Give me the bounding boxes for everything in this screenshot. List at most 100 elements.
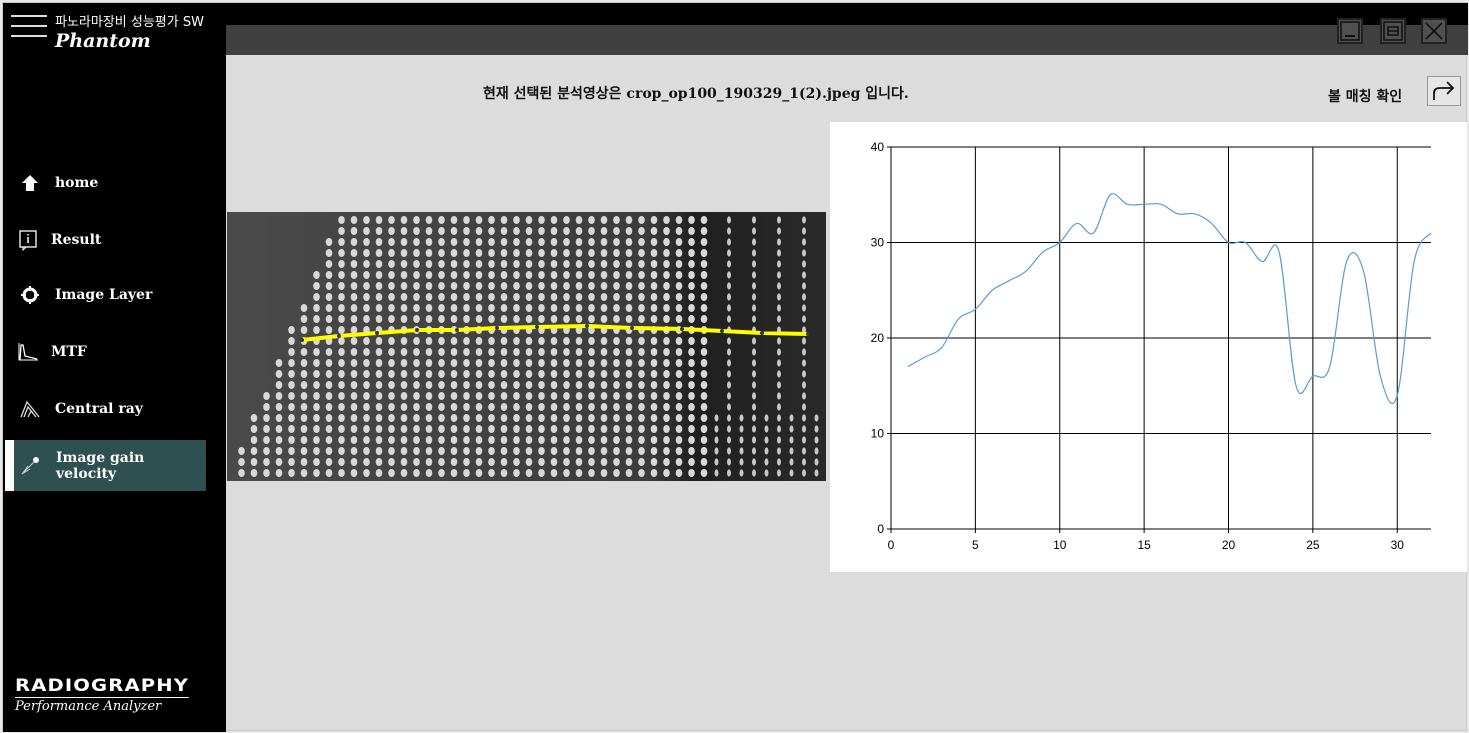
- ball: [727, 458, 731, 466]
- ball: [275, 359, 283, 367]
- ball: [413, 293, 420, 301]
- ball: [450, 359, 458, 367]
- ball: [500, 304, 508, 312]
- ball: [438, 381, 445, 389]
- ball: [625, 304, 633, 312]
- ball: [688, 458, 695, 466]
- y-tick-label: 30: [871, 236, 885, 250]
- ball: [450, 447, 458, 455]
- ball: [413, 315, 420, 323]
- ball: [638, 425, 645, 433]
- close-button[interactable]: [1421, 18, 1447, 44]
- ball: [650, 304, 658, 312]
- ball: [513, 293, 520, 301]
- ball: [600, 359, 608, 367]
- ball: [425, 293, 433, 301]
- minimize-button[interactable]: [1337, 18, 1363, 44]
- ball: [563, 282, 570, 290]
- ball: [600, 469, 608, 477]
- menu-icon[interactable]: [11, 15, 47, 47]
- ball: [563, 414, 570, 422]
- sidebar-item-central-ray[interactable]: Central ray: [5, 384, 206, 434]
- ball: [550, 403, 558, 411]
- ball: [550, 238, 558, 246]
- ball: [588, 216, 595, 224]
- ball: [575, 458, 583, 466]
- sidebar-item-mtf[interactable]: MTF: [5, 327, 206, 377]
- sidebar-item-image-layer[interactable]: Image Layer: [5, 270, 206, 320]
- ball: [363, 436, 370, 444]
- ball: [400, 381, 408, 389]
- ball: [488, 392, 495, 400]
- ball: [313, 370, 320, 378]
- ball: [752, 370, 756, 378]
- ball: [463, 227, 470, 235]
- ball: [700, 381, 708, 389]
- sidebar-item-home[interactable]: home: [5, 158, 206, 208]
- ball: [727, 359, 731, 367]
- ball: [388, 458, 395, 466]
- ball: [650, 282, 658, 290]
- ball: [338, 348, 345, 356]
- sidebar-item-result[interactable]: Result: [5, 215, 206, 265]
- ball: [475, 315, 483, 323]
- ball: [739, 414, 744, 422]
- brand-subtitle: Performance Analyzer: [15, 699, 162, 714]
- ball: [338, 381, 345, 389]
- ball: [588, 469, 595, 477]
- ball: [475, 227, 483, 235]
- maximize-button[interactable]: [1380, 18, 1406, 44]
- ball: [600, 260, 608, 268]
- ball: [802, 359, 806, 367]
- ball: [300, 304, 308, 312]
- ball: [450, 260, 458, 268]
- chart-panel: 0 10 20 30 40 0 5 10 15 20 25 30: [830, 122, 1467, 572]
- ball: [600, 370, 608, 378]
- ball: [550, 249, 558, 257]
- ball: [764, 436, 769, 444]
- ball: [727, 271, 731, 279]
- ball: [300, 436, 308, 444]
- ball: [375, 425, 383, 433]
- ball: [688, 392, 695, 400]
- ball: [400, 414, 408, 422]
- profile-point: [455, 328, 459, 332]
- home-icon: [19, 172, 41, 194]
- ball: [438, 414, 445, 422]
- ball: [413, 271, 420, 279]
- ball: [475, 469, 483, 477]
- ball: [588, 260, 595, 268]
- ball: [388, 238, 395, 246]
- ball: [575, 216, 583, 224]
- ball: [375, 304, 383, 312]
- ball: [802, 260, 806, 268]
- ball: [338, 359, 345, 367]
- ball: [727, 392, 731, 400]
- sidebar-item-image-gain-velocity[interactable]: Image gain velocity: [5, 440, 206, 491]
- ball: [438, 447, 445, 455]
- ball: [538, 381, 545, 389]
- analysis-image[interactable]: [227, 212, 826, 481]
- ball: [575, 315, 583, 323]
- ball: [675, 414, 683, 422]
- ball: [714, 447, 719, 455]
- ball: [463, 447, 470, 455]
- ball: [777, 249, 781, 257]
- ball: [475, 447, 483, 455]
- ball: [650, 414, 658, 422]
- ball: [550, 458, 558, 466]
- ball: [488, 315, 495, 323]
- ball: [500, 348, 508, 356]
- ball: [663, 447, 670, 455]
- ball: [425, 447, 433, 455]
- ball: [263, 436, 270, 444]
- ball: [638, 315, 645, 323]
- ball: [650, 260, 658, 268]
- ball: [650, 436, 658, 444]
- ball: [375, 436, 383, 444]
- ball: [550, 315, 558, 323]
- ball-matching-button[interactable]: [1427, 76, 1461, 106]
- ball: [752, 238, 756, 246]
- ball: [777, 403, 781, 411]
- ball: [288, 326, 295, 334]
